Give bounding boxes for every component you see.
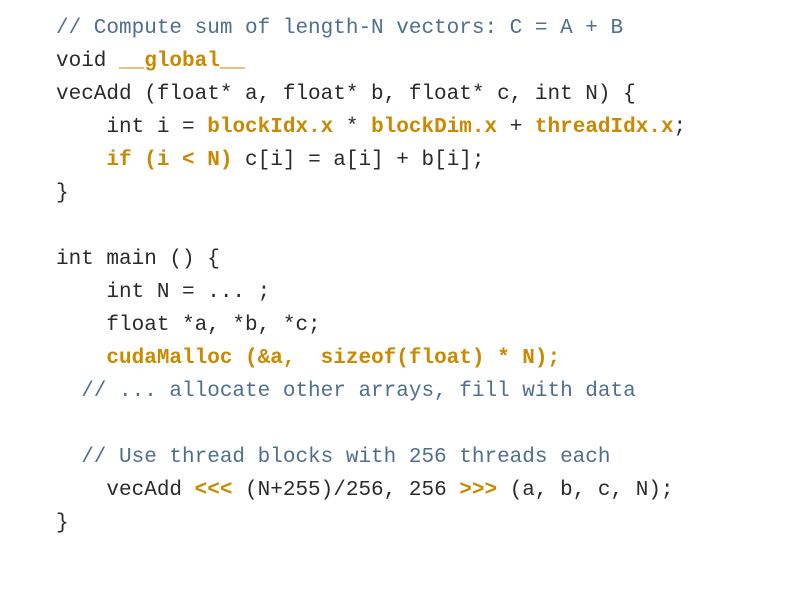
code-comment: // ... allocate other arrays, fill with … [56, 380, 636, 403]
code-text: } [56, 182, 69, 205]
code-text: (N+255)/256, 256 [232, 479, 459, 502]
code-comment: // Compute sum of length-N vectors: C = … [56, 17, 623, 40]
code-text: } [56, 512, 69, 535]
code-text: ; [674, 116, 687, 139]
cuda-threadidx: threadIdx.x [535, 116, 674, 139]
code-block: // Compute sum of length-N vectors: C = … [0, 0, 812, 540]
code-comment: // Use thread blocks with 256 threads ea… [56, 446, 611, 469]
code-text: (a, b, c, N); [497, 479, 673, 502]
code-text: int main () { [56, 248, 220, 271]
code-text: vecAdd [56, 479, 195, 502]
cuda-malloc: cudaMalloc (&a, sizeof(float) * N); [106, 347, 560, 370]
code-text: int N = ... ; [56, 281, 270, 304]
cuda-blockdim: blockDim.x [371, 116, 497, 139]
code-text [56, 347, 106, 370]
code-text: int i = [56, 116, 207, 139]
code-text: void [56, 50, 119, 73]
cuda-blockidx: blockIdx.x [207, 116, 333, 139]
code-text: vecAdd (float* a, float* b, float* c, in… [56, 83, 636, 106]
cuda-launch-open: <<< [195, 479, 233, 502]
code-text: + [497, 116, 535, 139]
code-text: * [333, 116, 371, 139]
cuda-global-keyword: __global__ [119, 50, 245, 73]
code-text: c[i] = a[i] + b[i]; [232, 149, 484, 172]
code-text: float *a, *b, *c; [56, 314, 321, 337]
code-text [56, 149, 106, 172]
cuda-launch-close: >>> [459, 479, 497, 502]
bounds-check: if (i < N) [106, 149, 232, 172]
